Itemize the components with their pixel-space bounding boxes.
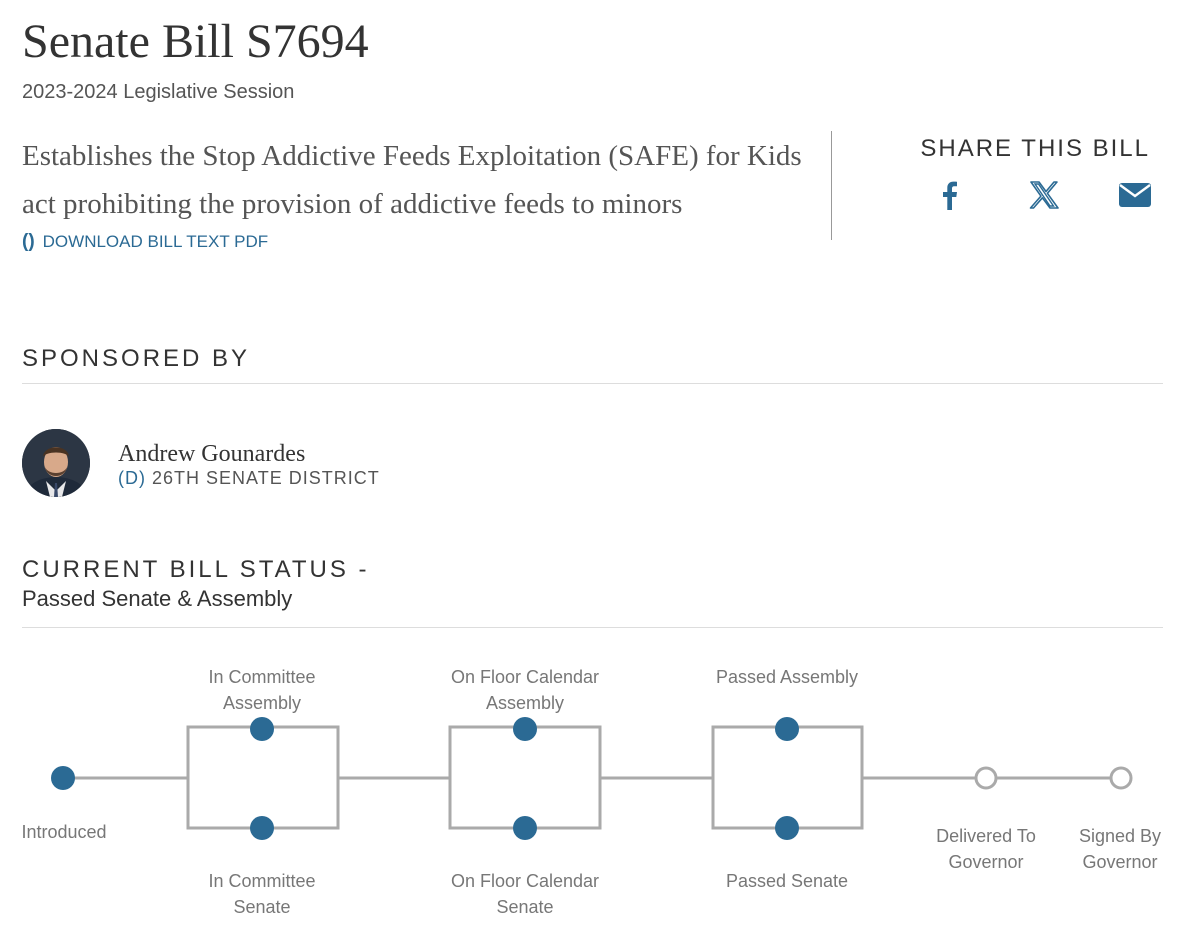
step-dot-passed-assembly — [775, 717, 799, 741]
step-label-passed-senate: Passed Senate — [725, 871, 849, 891]
step-dot-signed — [1109, 766, 1133, 790]
step-label-delivered: Delivered To Governor — [936, 826, 1036, 872]
step-dot-passed-senate — [775, 816, 799, 840]
step-dot-committee-assembly — [250, 717, 274, 741]
step-label-committee-senate: In Committee Senate — [208, 871, 316, 917]
step-dot-introduced — [51, 766, 75, 790]
status-timeline — [51, 717, 1133, 840]
step-label-floor-senate: On Floor Calendar Senate — [450, 871, 600, 917]
step-dot-floor-senate — [513, 816, 537, 840]
step-label-signed: Signed By Governor — [1078, 826, 1162, 872]
step-dot-floor-assembly — [513, 717, 537, 741]
step-label-introduced: Introduced — [21, 822, 107, 842]
step-label-passed-assembly: Passed Assembly — [715, 667, 859, 687]
step-label-committee-assembly: In Committee Assembly — [208, 667, 316, 713]
step-dot-committee-senate — [250, 816, 274, 840]
step-label-floor-assembly: On Floor Calendar Assembly — [450, 667, 600, 713]
step-dot-delivered — [974, 766, 998, 790]
